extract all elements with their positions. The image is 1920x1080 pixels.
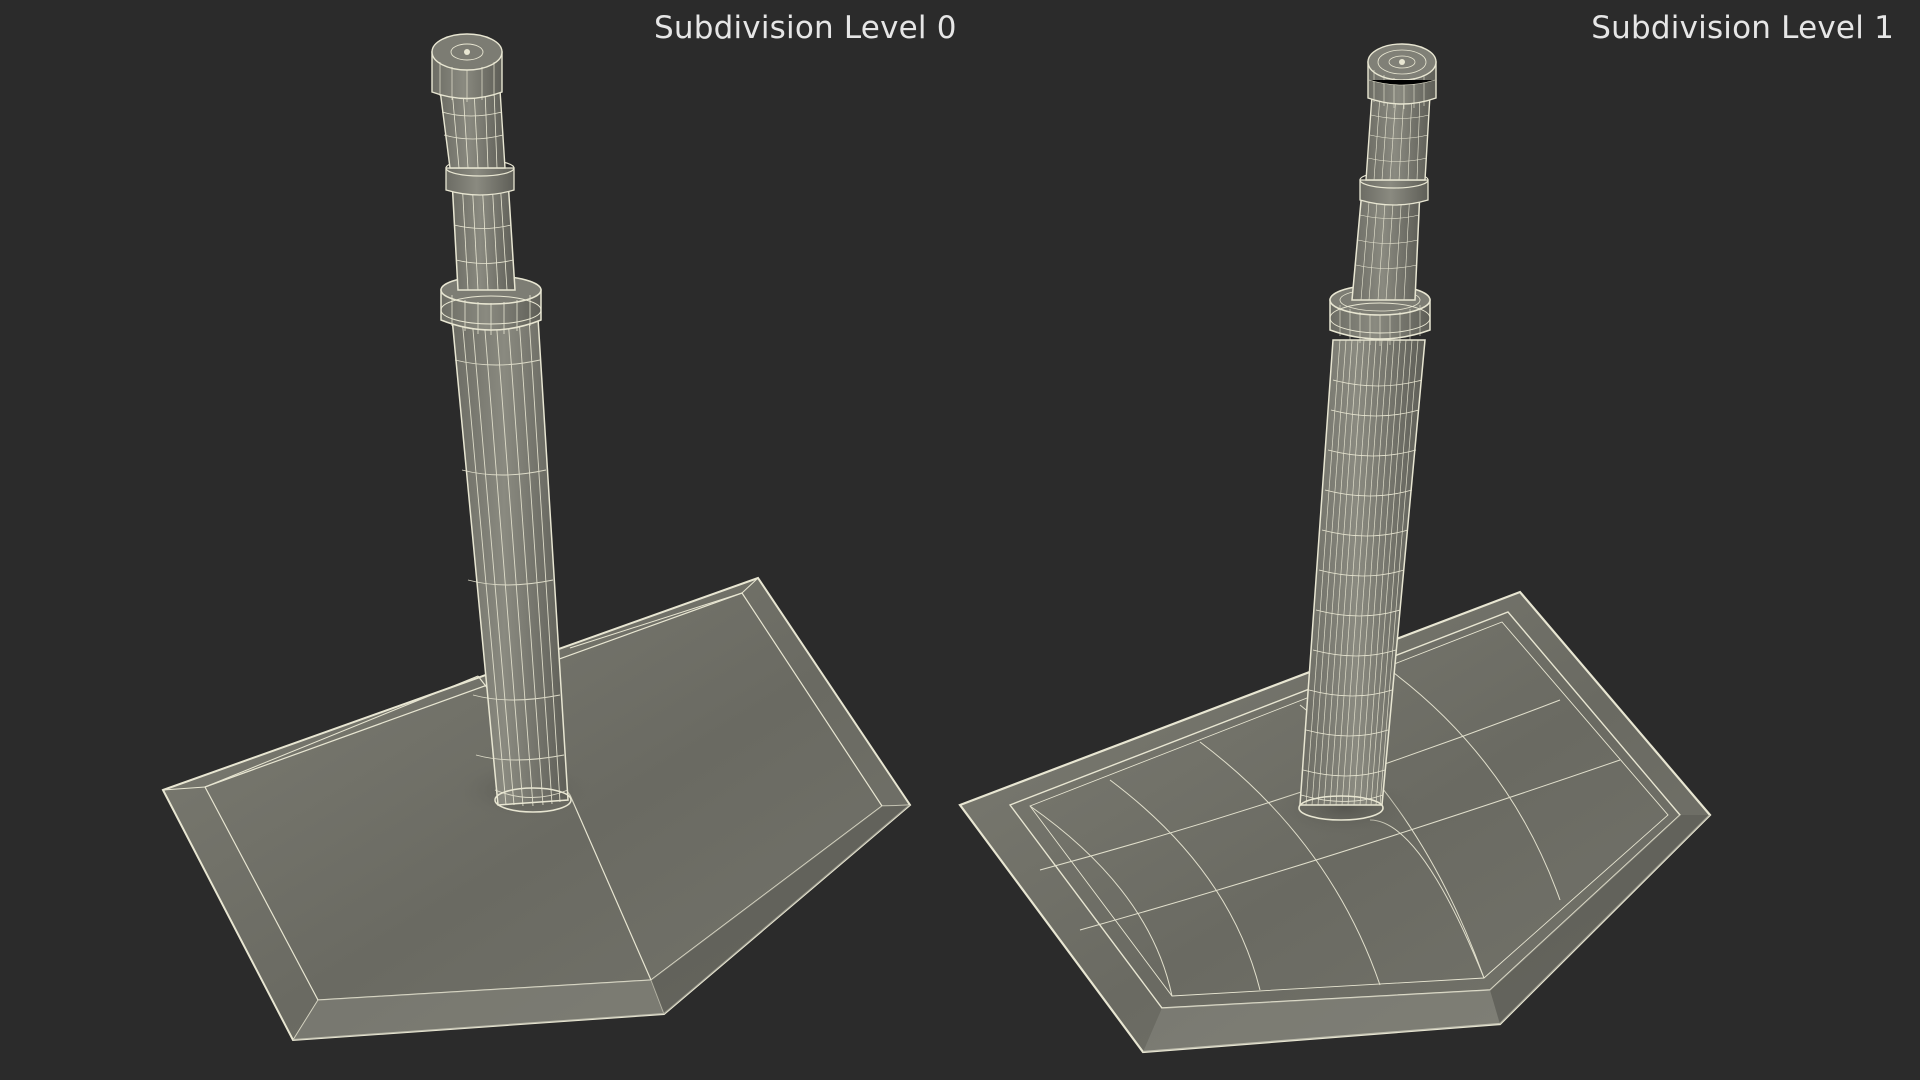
model-level-0 [161, 33, 912, 1042]
subdivision-level-1-label: Subdivision Level 1 [1591, 10, 1894, 46]
wireframe-render [161, 33, 1712, 1054]
subdivision-level-0-label: Subdivision Level 0 [654, 10, 957, 46]
viewport: Subdivision Level 0 Subdivision Level 1 [0, 0, 1920, 1080]
model-level-1 [958, 43, 1712, 1054]
cap-right [1367, 43, 1437, 109]
cap-left [431, 33, 503, 102]
pole-upper-right [1365, 94, 1431, 181]
